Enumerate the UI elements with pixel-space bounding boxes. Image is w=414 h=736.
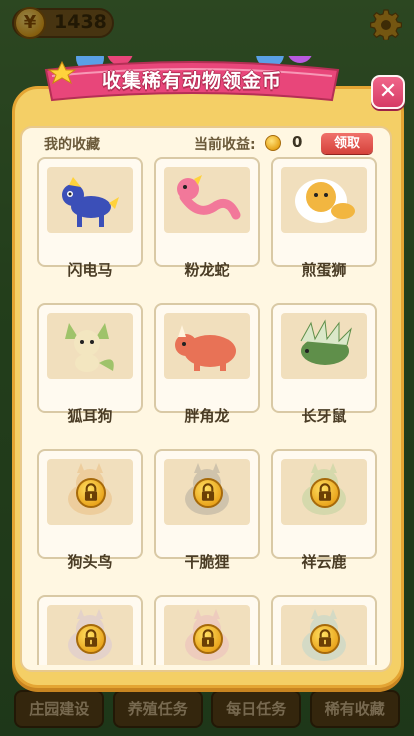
lock-icon <box>193 478 223 508</box>
fox-eared-dog-icon <box>47 313 133 379</box>
locked-animal-icon <box>47 605 133 665</box>
animal-card[interactable]: 长牙鼠 <box>271 303 377 425</box>
animal-name: 祥云鹿 <box>301 553 347 571</box>
dog-head-bird-icon <box>47 459 133 525</box>
animal-name: 长牙鼠 <box>301 407 347 425</box>
animal-card[interactable]: 狐耳狗 <box>37 303 143 425</box>
animal-name: 胖角龙 <box>184 407 230 425</box>
pink-dragon-snake-icon <box>164 167 250 233</box>
modal-title: 收集稀有动物领金币 <box>101 70 282 92</box>
animal-card[interactable]: 闪电马 <box>37 157 143 279</box>
collection-grid: 闪电马 粉龙蛇 煎蛋狮 狐耳狗 胖角龙 长牙鼠 狗头鸟 干脆狸 祥云鹿 <box>37 157 377 665</box>
collection-grid-scroll[interactable]: 闪电马 粉龙蛇 煎蛋狮 狐耳狗 胖角龙 长牙鼠 狗头鸟 干脆狸 祥云鹿 <box>37 157 377 665</box>
coin-icon <box>265 135 281 151</box>
animal-card[interactable] <box>154 595 260 665</box>
lock-icon <box>310 478 340 508</box>
lock-icon <box>76 478 106 508</box>
close-icon: ✕ <box>378 79 398 104</box>
lightning-horse-icon <box>47 167 133 233</box>
raccoon-icon <box>164 459 250 525</box>
animal-name: 粉龙蛇 <box>184 261 230 279</box>
fried-egg-lion-icon <box>281 167 367 233</box>
earnings-label: 当前收益: <box>194 137 256 153</box>
animal-card[interactable]: 祥云鹿 <box>271 449 377 571</box>
animal-card[interactable] <box>271 595 377 665</box>
tusk-porcupine-icon <box>281 313 367 379</box>
animal-name: 闪电马 <box>67 261 113 279</box>
collection-header: 我的收藏 当前收益: 0 领取 <box>36 131 376 155</box>
lock-icon <box>76 624 106 654</box>
locked-animal-icon <box>164 605 250 665</box>
animal-name: 干脆狸 <box>184 553 230 571</box>
animal-card[interactable]: 狗头鸟 <box>37 449 143 571</box>
animal-card[interactable] <box>37 595 143 665</box>
locked-animal-icon <box>281 605 367 665</box>
earnings-value: 0 <box>292 133 303 151</box>
animal-card[interactable]: 胖角龙 <box>154 303 260 425</box>
my-collection-label: 我的收藏 <box>44 137 100 153</box>
cloud-deer-icon <box>281 459 367 525</box>
animal-card[interactable]: 干脆狸 <box>154 449 260 571</box>
animal-name: 煎蛋狮 <box>301 261 347 279</box>
animal-card[interactable]: 粉龙蛇 <box>154 157 260 279</box>
animal-card[interactable]: 煎蛋狮 <box>271 157 377 279</box>
chubby-triceratops-icon <box>164 313 250 379</box>
close-button[interactable]: ✕ <box>371 75 405 109</box>
lock-icon <box>310 624 340 654</box>
animal-name: 狗头鸟 <box>67 553 113 571</box>
lock-icon <box>193 624 223 654</box>
animal-name: 狐耳狗 <box>67 407 113 425</box>
claim-button[interactable]: 领取 <box>321 133 373 154</box>
